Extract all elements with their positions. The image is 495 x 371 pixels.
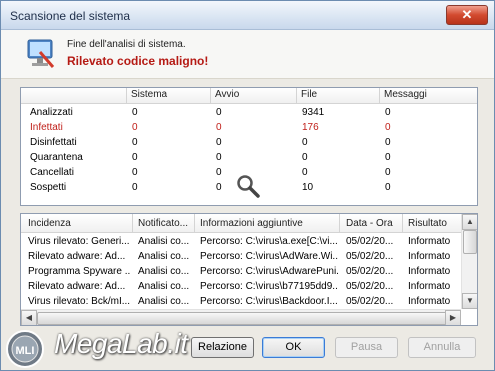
stats-value: 0: [385, 152, 391, 163]
ok-button[interactable]: OK: [262, 337, 325, 358]
stats-value: 0: [216, 107, 222, 118]
log-cell: Rilevato adware: Ad...: [28, 251, 126, 262]
log-cell: Programma Spyware ...: [28, 266, 130, 277]
stats-value: 0: [302, 167, 308, 178]
stats-row-label: Infettati: [30, 122, 63, 133]
stats-value: 0: [385, 182, 391, 193]
stats-row-label: Analizzati: [30, 107, 73, 118]
log-cell: Informato: [408, 296, 451, 307]
stats-row-label: Sospetti: [30, 182, 67, 193]
close-button[interactable]: ✕: [446, 5, 488, 25]
stats-row-infected: Infettati 0 0 176 0: [21, 121, 477, 136]
incident-log-list[interactable]: Incidenza Notificato... Informazioni agg…: [20, 213, 478, 326]
scroll-down-icon[interactable]: ▼: [462, 293, 477, 309]
magnifier-icon: [237, 175, 260, 198]
stats-row-label: Disinfettati: [30, 137, 77, 148]
watermark-text: MegaLab.it: [54, 328, 188, 359]
log-cell: Analisi co...: [138, 296, 190, 307]
stats-value: 0: [216, 137, 222, 148]
stats-row: Analizzati 0 0 9341 0: [21, 106, 477, 121]
log-col-notificato[interactable]: Notificato...: [138, 218, 188, 229]
log-cell: Percorso: C:\virus\AdWare.Wi...: [200, 251, 338, 262]
stats-value: 0: [302, 137, 308, 148]
log-row[interactable]: Rilevato adware: Ad... Analisi co... Per…: [21, 280, 461, 295]
log-cell: Percorso: C:\virus\Backdoor.I...: [200, 296, 338, 307]
stats-row-label: Quarantena: [30, 152, 83, 163]
log-cell: Informato: [408, 266, 451, 277]
stats-value: 0: [132, 152, 138, 163]
cancel-button[interactable]: Annulla: [408, 337, 476, 358]
log-cell: Virus rilevato: Bck/mI...: [28, 296, 130, 307]
stats-col-messaggi: Messaggi: [384, 89, 427, 100]
logo-badge-text: MLI: [16, 345, 35, 357]
stats-value: 0: [216, 152, 222, 163]
stats-header: Sistema Avvio File Messaggi: [21, 88, 477, 104]
log-col-info[interactable]: Informazioni aggiuntive: [200, 218, 303, 229]
log-row[interactable]: Virus rilevato: Bck/mI... Analisi co... …: [21, 295, 461, 310]
stats-value: 0: [132, 107, 138, 118]
log-cell: 05/02/20...: [346, 266, 394, 277]
log-cell: 05/02/20...: [346, 296, 394, 307]
log-cell: Informato: [408, 281, 451, 292]
title-bar: Scansione del sistema ✕: [1, 1, 494, 30]
log-cell: Analisi co...: [138, 266, 190, 277]
log-col-data-ora[interactable]: Data - Ora: [346, 218, 393, 229]
log-cell: Percorso: C:\virus\b77195dd9...: [200, 281, 338, 292]
stats-col-avvio: Avvio: [215, 89, 240, 100]
stats-value: 0: [385, 107, 391, 118]
log-cell: Virus rilevato: Generi...: [28, 236, 130, 247]
stats-value: 176: [302, 122, 319, 133]
stats-value: 0: [132, 182, 138, 193]
log-cell: 05/02/20...: [346, 281, 394, 292]
stats-value: 0: [216, 182, 222, 193]
log-row[interactable]: Programma Spyware ... Analisi co... Perc…: [21, 265, 461, 280]
stats-value: 0: [302, 152, 308, 163]
log-cell: Informato: [408, 251, 451, 262]
log-cell: 05/02/20...: [346, 236, 394, 247]
stats-value: 0: [216, 167, 222, 178]
log-col-incidenza[interactable]: Incidenza: [28, 218, 71, 229]
stats-value: 9341: [302, 107, 325, 118]
stats-value: 0: [216, 122, 222, 133]
monitor-scan-icon: [27, 39, 55, 68]
stats-value: 0: [132, 137, 138, 148]
stats-value: 0: [385, 167, 391, 178]
stats-value: 0: [132, 122, 138, 133]
scan-complete-message: Fine dell'analisi di sistema.: [67, 39, 186, 50]
stats-value: 0: [385, 137, 391, 148]
stats-value: 10: [302, 182, 314, 193]
window-title: Scansione del sistema: [10, 9, 131, 23]
report-button[interactable]: Relazione: [191, 337, 254, 358]
log-cell: Analisi co...: [138, 251, 190, 262]
log-cell: Percorso: C:\virus\a.exe[C:\vi...: [200, 236, 338, 247]
log-header: Incidenza Notificato... Informazioni agg…: [21, 214, 461, 233]
scan-window: Scansione del sistema ✕ Fine dell'analis…: [0, 0, 495, 371]
stats-row-label: Cancellati: [30, 167, 74, 178]
log-cell: Analisi co...: [138, 236, 190, 247]
log-cell: Analisi co...: [138, 281, 190, 292]
stats-col-sistema: Sistema: [131, 89, 168, 100]
log-cell: Informato: [408, 236, 451, 247]
stats-value: 0: [132, 167, 138, 178]
stats-row: Quarantena 0 0 0 0: [21, 151, 477, 166]
log-row[interactable]: Virus rilevato: Generi... Analisi co... …: [21, 235, 461, 250]
malware-alert: Rilevato codice maligno!: [67, 54, 209, 68]
log-col-risultato[interactable]: Risultato: [408, 218, 447, 229]
stats-row: Disinfettati 0 0 0 0: [21, 136, 477, 151]
log-cell: Rilevato adware: Ad...: [28, 281, 126, 292]
pause-button[interactable]: Pausa: [335, 337, 398, 358]
log-row[interactable]: Rilevato adware: Ad... Analisi co... Per…: [21, 250, 461, 265]
scroll-right-icon[interactable]: ▶: [445, 310, 461, 325]
stats-col-file: File: [301, 89, 318, 100]
scroll-up-icon[interactable]: ▲: [462, 214, 477, 230]
stats-value: 0: [385, 122, 391, 133]
header-panel: Fine dell'analisi di sistema. Rilevato c…: [1, 30, 494, 79]
vertical-scroll-thumb[interactable]: [463, 230, 477, 254]
vertical-scrollbar[interactable]: ▲ ▼: [461, 214, 477, 309]
log-cell: Percorso: C:\virus\AdwarePuni...: [200, 266, 338, 277]
log-cell: 05/02/20...: [346, 251, 394, 262]
